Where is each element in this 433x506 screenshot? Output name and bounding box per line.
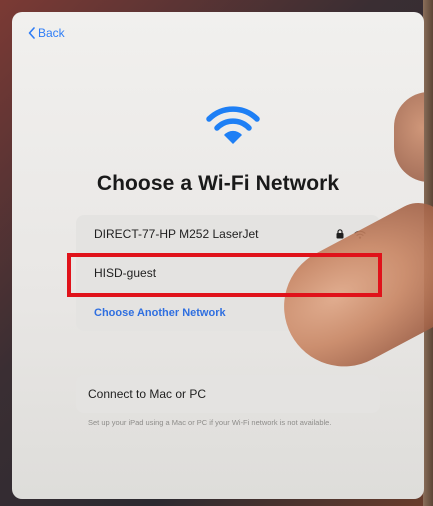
highlight-box xyxy=(67,253,382,297)
connect-mac-pc-button[interactable]: Connect to Mac or PC xyxy=(76,375,380,413)
page-title: Choose a Wi-Fi Network xyxy=(96,172,340,195)
network-name: DIRECT-77-HP M252 LaserJet xyxy=(94,227,259,241)
finger-photo-overlay-top xyxy=(394,92,424,182)
wifi-icon xyxy=(206,106,260,144)
connect-mac-pc-label: Connect to Mac or PC xyxy=(88,387,207,401)
back-button[interactable]: Back xyxy=(28,26,65,40)
footnote-text: Set up your iPad using a Mac or PC if yo… xyxy=(88,418,332,427)
back-label: Back xyxy=(38,26,65,40)
choose-another-label: Choose Another Network xyxy=(94,306,226,319)
chevron-left-icon xyxy=(28,27,35,39)
lock-icon xyxy=(336,229,344,239)
